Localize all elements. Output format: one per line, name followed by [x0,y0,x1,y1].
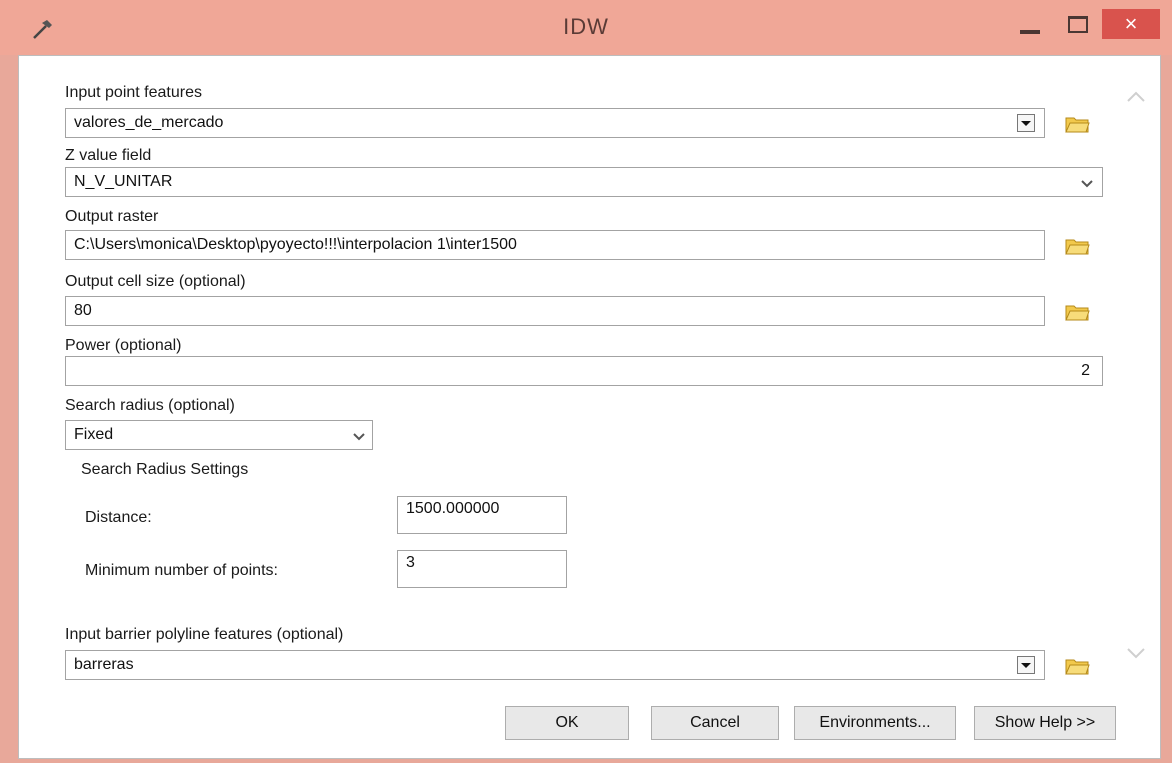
dropdown-arrow-icon[interactable] [1017,114,1035,132]
maximize-icon[interactable] [1054,9,1100,39]
power-label: Power (optional) [65,337,182,354]
idw-dialog-window: IDW × Input point features valores_de_me… [0,0,1172,763]
dropdown-arrow-icon[interactable] [1017,656,1035,674]
output-raster-label: Output raster [65,208,159,225]
scroll-down-icon[interactable] [1125,646,1147,660]
search-radius-settings-heading: Search Radius Settings [81,461,249,478]
folder-open-icon[interactable] [1064,234,1090,256]
minimum-points-field[interactable]: 3 [397,550,567,588]
input-barrier-field[interactable]: barreras [65,650,1045,680]
scroll-up-icon[interactable] [1125,90,1147,104]
z-value-field-label: Z value field [65,147,152,164]
close-icon[interactable]: × [1102,9,1160,39]
folder-open-icon[interactable] [1064,112,1090,134]
ok-button[interactable]: OK [505,706,629,740]
dialog-body: Input point features valores_de_mercado … [18,55,1161,759]
distance-field[interactable]: 1500.000000 [397,496,567,534]
folder-open-icon[interactable] [1064,300,1090,322]
search-radius-label: Search radius (optional) [65,397,235,414]
chevron-down-icon[interactable] [1077,173,1097,193]
chevron-down-icon[interactable] [349,426,369,446]
output-raster-field[interactable]: C:\Users\monica\Desktop\pyoyecto!!!\inte… [65,230,1045,260]
distance-label: Distance: [85,509,152,526]
minimum-points-label: Minimum number of points: [85,562,278,579]
folder-open-icon[interactable] [1064,654,1090,676]
environments-button[interactable]: Environments... [794,706,956,740]
z-value-field-select[interactable]: N_V_UNITAR [65,167,1103,197]
input-point-features-field[interactable]: valores_de_mercado [65,108,1045,138]
power-field[interactable]: 2 [65,356,1103,386]
minimize-icon[interactable] [1008,9,1052,39]
output-cell-size-field[interactable]: 80 [65,296,1045,326]
input-point-features-label: Input point features [65,84,202,101]
cancel-button[interactable]: Cancel [651,706,779,740]
search-radius-select[interactable]: Fixed [65,420,373,450]
show-help-button[interactable]: Show Help >> [974,706,1116,740]
output-cell-size-label: Output cell size (optional) [65,273,246,290]
window-title: IDW [563,14,609,39]
input-barrier-label: Input barrier polyline features (optiona… [65,626,344,643]
title-bar[interactable]: IDW × [0,0,1172,55]
